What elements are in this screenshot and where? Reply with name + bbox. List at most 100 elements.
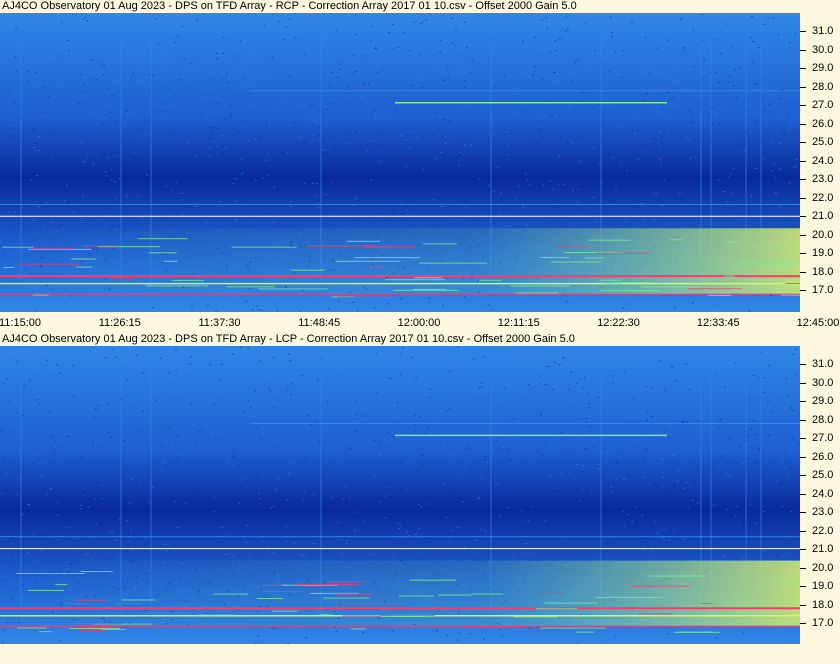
noise-pixel bbox=[205, 437, 207, 439]
noise-pixel bbox=[235, 383, 238, 384]
noise-pixel bbox=[763, 24, 766, 25]
noise-pixel bbox=[206, 88, 209, 90]
noise-pixel bbox=[748, 310, 751, 312]
noise-pixel bbox=[416, 136, 419, 138]
noise-pixel bbox=[393, 213, 396, 215]
noise-pixel bbox=[621, 527, 624, 529]
noise-pixel bbox=[479, 109, 482, 111]
noise-pixel bbox=[195, 20, 198, 22]
noise-pixel bbox=[17, 477, 20, 479]
spectrogram-lcp[interactable] bbox=[0, 346, 800, 644]
noise-pixel bbox=[306, 414, 309, 416]
noise-pixel bbox=[662, 58, 665, 60]
noise-pixel bbox=[316, 498, 319, 500]
burst bbox=[17, 627, 47, 629]
noise-pixel bbox=[770, 98, 773, 100]
noise-pixel bbox=[583, 200, 586, 202]
noise-pixel bbox=[478, 496, 481, 498]
noise-pixel bbox=[587, 403, 590, 405]
noise-pixel bbox=[221, 392, 224, 394]
noise-pixel bbox=[786, 430, 789, 432]
noise-pixel bbox=[777, 33, 780, 35]
noise-pixel bbox=[285, 525, 288, 527]
noise-pixel bbox=[483, 306, 486, 308]
noise-pixel bbox=[794, 374, 797, 375]
noise-pixel bbox=[470, 362, 473, 364]
burst bbox=[76, 599, 107, 601]
noise-pixel bbox=[30, 85, 33, 87]
noise-pixel bbox=[558, 81, 561, 83]
burst bbox=[785, 283, 800, 284]
noise-pixel bbox=[503, 388, 506, 390]
noise-pixel bbox=[221, 364, 223, 365]
noise-pixel bbox=[265, 160, 268, 162]
y-tick-label: 27.0 bbox=[812, 432, 834, 444]
noise-pixel bbox=[428, 443, 431, 445]
noise-pixel bbox=[383, 439, 386, 441]
noise-pixel bbox=[597, 396, 600, 398]
noise-pixel bbox=[535, 451, 538, 452]
burst bbox=[79, 629, 106, 631]
spectrogram-rcp[interactable] bbox=[0, 13, 800, 312]
noise-pixel bbox=[46, 359, 48, 361]
burst bbox=[640, 286, 701, 288]
noise-pixel bbox=[333, 374, 336, 376]
noise-pixel bbox=[379, 161, 382, 163]
noise-pixel bbox=[554, 135, 556, 137]
noise-pixel bbox=[354, 430, 357, 432]
noise-pixel bbox=[767, 15, 770, 17]
y-tick bbox=[800, 456, 806, 458]
noise-pixel bbox=[238, 65, 241, 67]
noise-pixel bbox=[770, 559, 773, 561]
noise-pixel bbox=[87, 506, 90, 508]
y-tick-label: 22.0 bbox=[812, 524, 834, 537]
noise-pixel bbox=[165, 185, 168, 187]
noise-pixel bbox=[27, 551, 29, 553]
noise-pixel bbox=[51, 436, 54, 438]
noise-pixel bbox=[460, 539, 463, 540]
noise-pixel bbox=[102, 101, 105, 102]
noise-pixel bbox=[637, 158, 640, 160]
noise-pixel bbox=[247, 86, 250, 88]
noise-pixel bbox=[653, 219, 656, 221]
noise-pixel bbox=[76, 206, 79, 208]
noise-pixel bbox=[506, 507, 509, 508]
noise-pixel bbox=[641, 99, 644, 101]
noise-pixel bbox=[520, 510, 523, 512]
noise-pixel bbox=[304, 54, 307, 56]
noise-pixel bbox=[776, 294, 779, 296]
noise-pixel bbox=[469, 184, 472, 186]
noise-pixel bbox=[100, 399, 102, 401]
noise-pixel bbox=[549, 52, 551, 54]
noise-pixel bbox=[415, 533, 418, 535]
noise-pixel bbox=[106, 403, 109, 404]
noise-pixel bbox=[501, 197, 504, 199]
noise-pixel bbox=[644, 18, 647, 20]
noise-pixel bbox=[718, 468, 721, 470]
noise-pixel bbox=[172, 361, 175, 363]
noise-pixel bbox=[658, 132, 661, 133]
noise-pixel bbox=[357, 420, 360, 422]
noise-pixel bbox=[750, 195, 753, 197]
noise-pixel bbox=[328, 483, 331, 485]
noise-pixel bbox=[674, 380, 677, 382]
noise-pixel bbox=[73, 395, 76, 397]
noise-pixel bbox=[306, 118, 309, 119]
noise-pixel bbox=[330, 496, 333, 498]
noise-pixel bbox=[576, 643, 579, 644]
noise-pixel bbox=[470, 144, 473, 146]
noise-pixel bbox=[757, 448, 760, 450]
noise-pixel bbox=[497, 362, 500, 364]
noise-pixel bbox=[225, 72, 228, 74]
noise-pixel bbox=[444, 143, 447, 144]
noise-pixel bbox=[406, 489, 409, 490]
noise-pixel bbox=[314, 196, 317, 198]
noise-pixel bbox=[722, 420, 725, 421]
noise-pixel bbox=[305, 163, 308, 165]
noise-pixel bbox=[343, 537, 346, 539]
noise-pixel bbox=[734, 516, 737, 518]
y-tick bbox=[800, 419, 806, 421]
noise-pixel bbox=[717, 179, 720, 181]
noise-pixel bbox=[610, 48, 613, 50]
noise-pixel bbox=[650, 108, 652, 110]
